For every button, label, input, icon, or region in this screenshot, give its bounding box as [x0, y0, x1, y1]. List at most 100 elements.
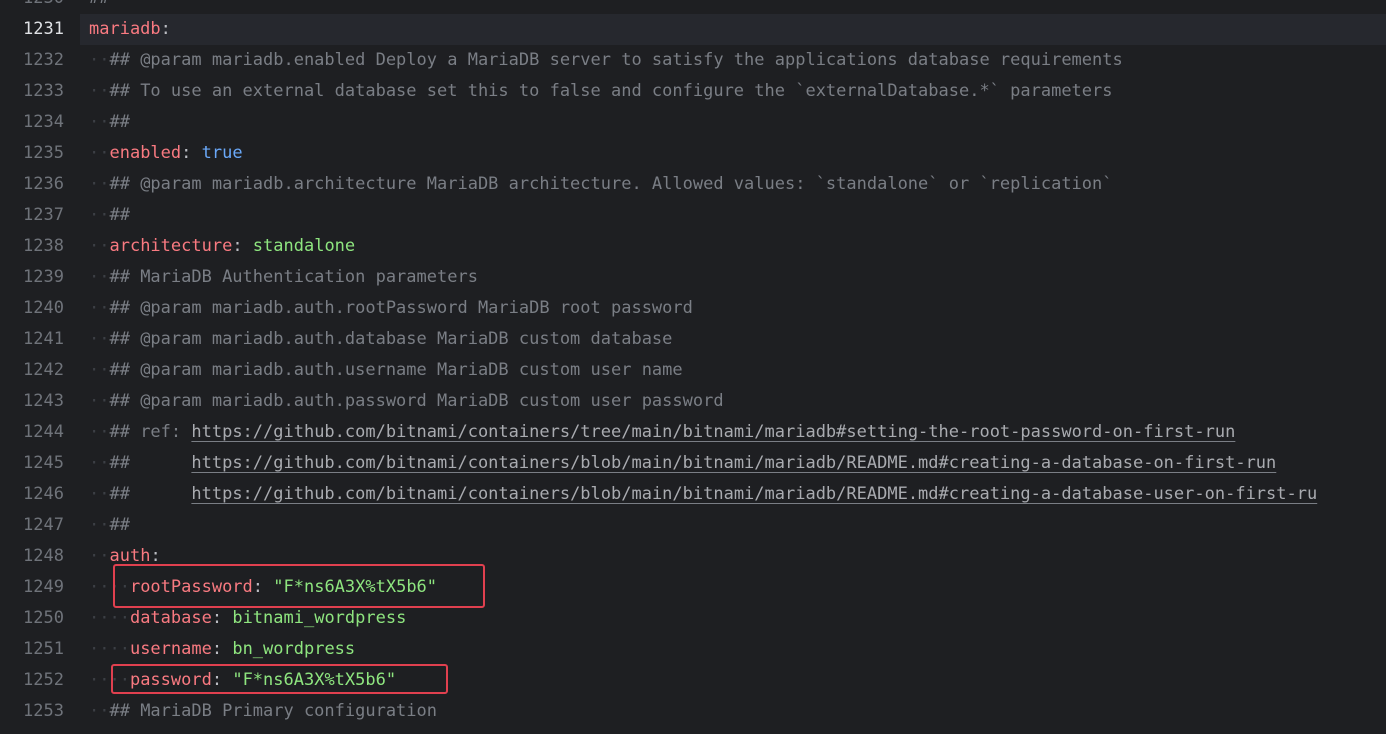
yaml-comment: ## — [109, 205, 130, 225]
line-number[interactable]: 1246 — [0, 479, 64, 510]
code-text[interactable]: ··## — [89, 200, 130, 231]
code-line[interactable]: 1232 ··## @param mariadb.enabled Deploy a… — [0, 45, 1386, 76]
yaml-comment: ## @param mariadb.auth.username MariaDB … — [109, 360, 683, 380]
code-line[interactable]: 1245 ··## https://github.com/bitnami/cont… — [0, 448, 1386, 479]
code-text[interactable]: mariadb: — [89, 14, 171, 45]
yaml-boolean: true — [201, 143, 243, 163]
line-number[interactable]: 1254 — [0, 727, 64, 734]
code-text[interactable]: ··architecture: standalone — [89, 231, 355, 262]
url-link[interactable]: https://github.com/bitnami/containers/tr… — [191, 422, 1235, 442]
line-number[interactable]: 1232 — [0, 45, 64, 76]
indent-whitespace: ·· — [89, 174, 110, 194]
indent-whitespace: ·· — [89, 546, 110, 566]
indent-whitespace: ·· — [89, 236, 110, 256]
line-number[interactable]: 1250 — [0, 603, 64, 634]
code-line[interactable]: 1251 ····username: bn_wordpress — [0, 634, 1386, 665]
yaml-key: username — [129, 639, 212, 659]
code-text[interactable]: ··## https://github.com/bitnami/containe… — [89, 479, 1317, 510]
code-text[interactable]: ··## @param mariadb.auth.database MariaD… — [89, 324, 672, 355]
line-number[interactable]: 1237 — [0, 200, 64, 231]
yaml-comment: ## ref: — [109, 422, 192, 442]
code-text[interactable]: ··## ref: https://github.com/bitnami/con… — [89, 417, 1235, 448]
indent-whitespace: ·· — [89, 298, 110, 318]
line-number[interactable]: 1251 — [0, 634, 64, 665]
line-number[interactable]: 1242 — [0, 355, 64, 386]
line-number[interactable]: 1244 — [0, 417, 64, 448]
yaml-punctuation: : — [150, 546, 161, 566]
code-text[interactable]: ··## @param mariadb.enabled Deploy a Mar… — [89, 45, 1123, 76]
code-line[interactable]: 1234 ··## — [0, 107, 1386, 138]
url-link[interactable]: https://github.com/bitnami/containers/bl… — [191, 484, 1317, 504]
code-text[interactable]: ··## — [89, 510, 130, 541]
code-text[interactable]: ··## @param mariadb.architecture MariaDB… — [89, 169, 1113, 200]
code-line[interactable]: 1244 ··## ref: https://github.com/bitnami… — [0, 417, 1386, 448]
code-line[interactable]: 1230 ## — [0, 0, 1386, 14]
code-text[interactable]: ····username: bn_wordpress — [89, 634, 355, 665]
yaml-comment: ## — [89, 0, 109, 8]
code-line[interactable]: 1233 ··## To use an external database set… — [0, 76, 1386, 107]
code-line[interactable]: 1240 ··## @param mariadb.auth.rootPasswor… — [0, 293, 1386, 324]
yaml-comment: ## @param mariadb.auth.database MariaDB … — [109, 329, 673, 349]
indent-whitespace: ·· — [89, 701, 110, 721]
code-line[interactable]: 1238 ··architecture: standalone — [0, 231, 1386, 262]
code-line[interactable]: 1254 — [0, 727, 1386, 734]
code-text[interactable]: ··## MariaDB Primary configuration — [89, 696, 437, 727]
code-line[interactable]: 1246 ··## https://github.com/bitnami/cont… — [0, 479, 1386, 510]
yaml-string: bitnami_wordpress — [232, 608, 407, 628]
code-text[interactable]: ··## @param mariadb.auth.rootPassword Ma… — [89, 293, 693, 324]
yaml-string: bn_wordpress — [232, 639, 356, 659]
code-line[interactable]: 1235 ··enabled: true — [0, 138, 1386, 169]
code-text[interactable]: ··## MariaDB Authentication parameters — [89, 262, 478, 293]
line-number[interactable]: 1238 — [0, 231, 64, 262]
code-text[interactable]: ··enabled: true — [89, 138, 243, 169]
line-number[interactable]: 1231 — [0, 14, 64, 45]
yaml-key: database — [129, 608, 212, 628]
code-text[interactable]: ··## — [89, 107, 130, 138]
line-number[interactable]: 1235 — [0, 138, 64, 169]
yaml-key: enabled — [109, 143, 182, 163]
code-text[interactable]: ··## To use an external database set thi… — [89, 76, 1113, 107]
indent-whitespace: ·· — [89, 453, 110, 473]
line-number[interactable]: 1245 — [0, 448, 64, 479]
yaml-comment: ## @param mariadb.auth.rootPassword Mari… — [109, 298, 693, 318]
code-text[interactable]: ··## @param mariadb.auth.password MariaD… — [89, 386, 724, 417]
line-number[interactable]: 1241 — [0, 324, 64, 355]
yaml-key: mariadb — [89, 19, 161, 39]
code-line[interactable]: 1247 ··## — [0, 510, 1386, 541]
yaml-string: standalone — [252, 236, 356, 256]
line-number[interactable]: 1247 — [0, 510, 64, 541]
line-number[interactable]: 1233 — [0, 76, 64, 107]
code-line[interactable]: 1241 ··## @param mariadb.auth.database Ma… — [0, 324, 1386, 355]
code-line[interactable]: 1253 ··## MariaDB Primary configuration — [0, 696, 1386, 727]
indent-whitespace: ·· — [89, 112, 110, 132]
line-number[interactable]: 1239 — [0, 262, 64, 293]
line-number[interactable]: 1252 — [0, 665, 64, 696]
indent-whitespace: ·· — [89, 391, 110, 411]
highlight-root-password — [113, 564, 485, 608]
line-number[interactable]: 1234 — [0, 107, 64, 138]
code-line[interactable]: 1237 ··## — [0, 200, 1386, 231]
line-number[interactable]: 1249 — [0, 572, 64, 603]
yaml-punctuation: : — [211, 639, 233, 659]
line-number[interactable]: 1243 — [0, 386, 64, 417]
code-line[interactable]: 1242 ··## @param mariadb.auth.username Ma… — [0, 355, 1386, 386]
code-text[interactable]: ··## https://github.com/bitnami/containe… — [89, 448, 1276, 479]
line-number[interactable]: 1230 — [0, 0, 64, 14]
line-number[interactable]: 1236 — [0, 169, 64, 200]
code-text[interactable]: ··## @param mariadb.auth.username MariaD… — [89, 355, 683, 386]
code-line[interactable]: 1239 ··## MariaDB Authentication paramete… — [0, 262, 1386, 293]
indent-whitespace: ·· — [89, 329, 110, 349]
yaml-comment: ## @param mariadb.architecture MariaDB a… — [109, 174, 1113, 194]
indent-whitespace: ·· — [89, 515, 110, 535]
line-number[interactable]: 1253 — [0, 696, 64, 727]
code-line[interactable]: 1243 ··## @param mariadb.auth.password Ma… — [0, 386, 1386, 417]
yaml-comment: ## — [109, 112, 130, 132]
code-line[interactable]: 1236 ··## @param mariadb.architecture Mar… — [0, 169, 1386, 200]
indent-whitespace: ·· — [89, 360, 110, 380]
code-text[interactable]: ## — [89, 0, 109, 14]
indent-whitespace: ·· — [89, 50, 110, 70]
code-line[interactable]: 1231 mariadb: — [0, 14, 1386, 45]
line-number[interactable]: 1240 — [0, 293, 64, 324]
line-number[interactable]: 1248 — [0, 541, 64, 572]
url-link[interactable]: https://github.com/bitnami/containers/bl… — [191, 453, 1276, 473]
